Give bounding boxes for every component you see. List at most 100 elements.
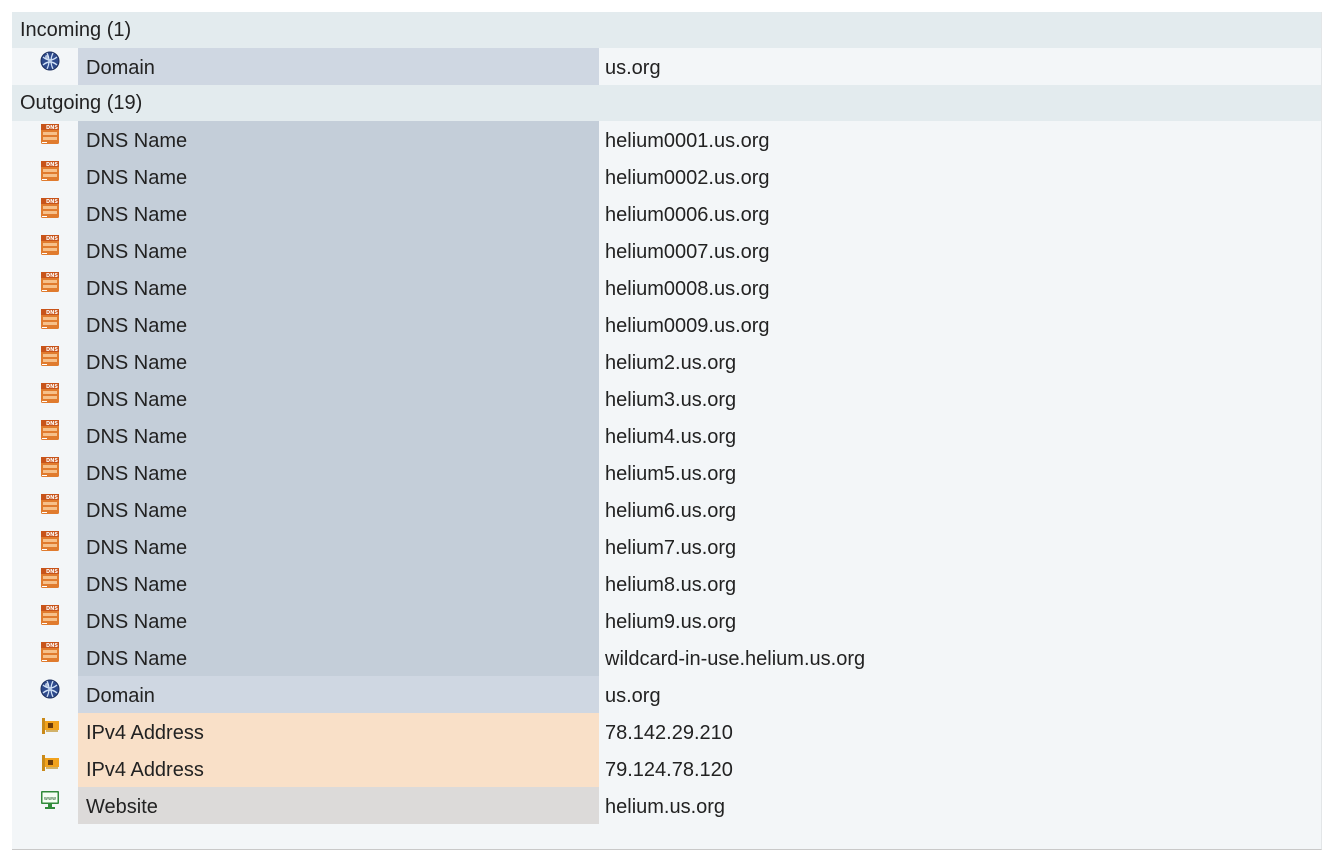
- network-card-icon: [40, 715, 60, 737]
- relation-row[interactable]: Domain us.org: [12, 676, 1321, 713]
- relation-row[interactable]: DNS DNS Name helium2.us.org: [12, 343, 1321, 380]
- relation-row[interactable]: DNS DNS Name helium9.us.org: [12, 602, 1321, 639]
- relation-type: DNS Name: [78, 491, 599, 528]
- relation-icon-cell: DNS: [12, 565, 78, 602]
- incoming-section-header[interactable]: Incoming (1): [12, 12, 1321, 48]
- relation-type: DNS Name: [78, 158, 599, 195]
- relation-row[interactable]: Domain us.org: [12, 48, 1321, 85]
- dns-server-icon: DNS: [40, 123, 60, 145]
- dns-server-icon: DNS: [40, 382, 60, 404]
- svg-text:DNS: DNS: [46, 125, 58, 131]
- relation-row[interactable]: DNS DNS Name helium5.us.org: [12, 454, 1321, 491]
- svg-text:DNS: DNS: [46, 532, 58, 538]
- relation-row[interactable]: DNS DNS Name helium8.us.org: [12, 565, 1321, 602]
- relation-value[interactable]: helium.us.org: [599, 787, 1321, 824]
- relation-value[interactable]: us.org: [599, 48, 1321, 85]
- relation-type: DNS Name: [78, 195, 599, 232]
- relation-type: DNS Name: [78, 269, 599, 306]
- relation-icon-cell: DNS: [12, 417, 78, 454]
- relation-row[interactable]: DNS DNS Name helium0009.us.org: [12, 306, 1321, 343]
- relation-value[interactable]: helium6.us.org: [599, 491, 1321, 528]
- dns-server-icon: DNS: [40, 345, 60, 367]
- relation-type: IPv4 Address: [78, 713, 599, 750]
- relation-icon-cell: [12, 750, 78, 787]
- relation-value[interactable]: helium0007.us.org: [599, 232, 1321, 269]
- relation-row[interactable]: DNS DNS Name helium0008.us.org: [12, 269, 1321, 306]
- relation-value[interactable]: 79.124.78.120: [599, 750, 1321, 787]
- relation-type: DNS Name: [78, 565, 599, 602]
- relation-value[interactable]: helium5.us.org: [599, 454, 1321, 491]
- svg-text:DNS: DNS: [46, 384, 58, 390]
- relation-value[interactable]: helium0002.us.org: [599, 158, 1321, 195]
- entity-relations-panel: Incoming (1) Domain us.org Outgoing (19) …: [12, 12, 1322, 850]
- svg-text:DNS: DNS: [46, 569, 58, 575]
- relation-value[interactable]: wildcard-in-use.helium.us.org: [599, 639, 1321, 676]
- relation-type: DNS Name: [78, 602, 599, 639]
- relation-icon-cell: DNS: [12, 121, 78, 158]
- svg-text:DNS: DNS: [46, 347, 58, 353]
- relation-icon-cell: [12, 676, 78, 713]
- relation-value[interactable]: helium0009.us.org: [599, 306, 1321, 343]
- relation-icon-cell: DNS: [12, 232, 78, 269]
- dns-server-icon: DNS: [40, 604, 60, 626]
- svg-text:DNS: DNS: [46, 606, 58, 612]
- outgoing-section-header[interactable]: Outgoing (19): [12, 85, 1321, 121]
- relation-value[interactable]: us.org: [599, 676, 1321, 713]
- relation-row[interactable]: www Website helium.us.org: [12, 787, 1321, 824]
- relation-type: DNS Name: [78, 306, 599, 343]
- relation-icon-cell: DNS: [12, 343, 78, 380]
- relation-type: DNS Name: [78, 380, 599, 417]
- globe-icon: [40, 50, 60, 72]
- svg-text:DNS: DNS: [46, 458, 58, 464]
- relation-value[interactable]: helium0006.us.org: [599, 195, 1321, 232]
- relation-value[interactable]: helium8.us.org: [599, 565, 1321, 602]
- relation-type: DNS Name: [78, 121, 599, 158]
- relation-icon-cell: DNS: [12, 454, 78, 491]
- dns-server-icon: DNS: [40, 197, 60, 219]
- relation-row[interactable]: DNS DNS Name helium0007.us.org: [12, 232, 1321, 269]
- relation-value[interactable]: helium9.us.org: [599, 602, 1321, 639]
- relation-icon-cell: [12, 48, 78, 85]
- outgoing-rows: DNS DNS Name helium0001.us.org DNS DNS Name h…: [12, 121, 1321, 824]
- relation-icon-cell: DNS: [12, 158, 78, 195]
- relation-type: DNS Name: [78, 417, 599, 454]
- svg-text:DNS: DNS: [46, 273, 58, 279]
- globe-icon: [40, 678, 60, 700]
- dns-server-icon: DNS: [40, 234, 60, 256]
- www-monitor-icon: www: [40, 789, 60, 811]
- relation-value[interactable]: helium2.us.org: [599, 343, 1321, 380]
- relation-value[interactable]: 78.142.29.210: [599, 713, 1321, 750]
- relation-row[interactable]: DNS DNS Name helium6.us.org: [12, 491, 1321, 528]
- relation-row[interactable]: DNS DNS Name helium0002.us.org: [12, 158, 1321, 195]
- relation-row[interactable]: DNS DNS Name wildcard-in-use.helium.us.org: [12, 639, 1321, 676]
- relation-icon-cell: DNS: [12, 639, 78, 676]
- dns-server-icon: DNS: [40, 493, 60, 515]
- relation-row[interactable]: DNS DNS Name helium7.us.org: [12, 528, 1321, 565]
- relation-type: Domain: [78, 48, 599, 85]
- relation-type: Website: [78, 787, 599, 824]
- network-card-icon: [40, 752, 60, 774]
- relation-type: DNS Name: [78, 232, 599, 269]
- relation-row[interactable]: IPv4 Address 79.124.78.120: [12, 750, 1321, 787]
- relation-type: DNS Name: [78, 343, 599, 380]
- relation-icon-cell: DNS: [12, 491, 78, 528]
- relation-icon-cell: DNS: [12, 602, 78, 639]
- relation-value[interactable]: helium0008.us.org: [599, 269, 1321, 306]
- svg-text:DNS: DNS: [46, 421, 58, 427]
- relation-row[interactable]: IPv4 Address 78.142.29.210: [12, 713, 1321, 750]
- relation-row[interactable]: DNS DNS Name helium4.us.org: [12, 417, 1321, 454]
- relation-icon-cell: www: [12, 787, 78, 824]
- relation-value[interactable]: helium7.us.org: [599, 528, 1321, 565]
- relation-type: DNS Name: [78, 454, 599, 491]
- relation-row[interactable]: DNS DNS Name helium0001.us.org: [12, 121, 1321, 158]
- dns-server-icon: DNS: [40, 456, 60, 478]
- relation-value[interactable]: helium4.us.org: [599, 417, 1321, 454]
- relation-row[interactable]: DNS DNS Name helium3.us.org: [12, 380, 1321, 417]
- dns-server-icon: DNS: [40, 530, 60, 552]
- dns-server-icon: DNS: [40, 308, 60, 330]
- dns-server-icon: DNS: [40, 567, 60, 589]
- svg-text:www: www: [44, 796, 56, 802]
- relation-value[interactable]: helium3.us.org: [599, 380, 1321, 417]
- relation-value[interactable]: helium0001.us.org: [599, 121, 1321, 158]
- relation-row[interactable]: DNS DNS Name helium0006.us.org: [12, 195, 1321, 232]
